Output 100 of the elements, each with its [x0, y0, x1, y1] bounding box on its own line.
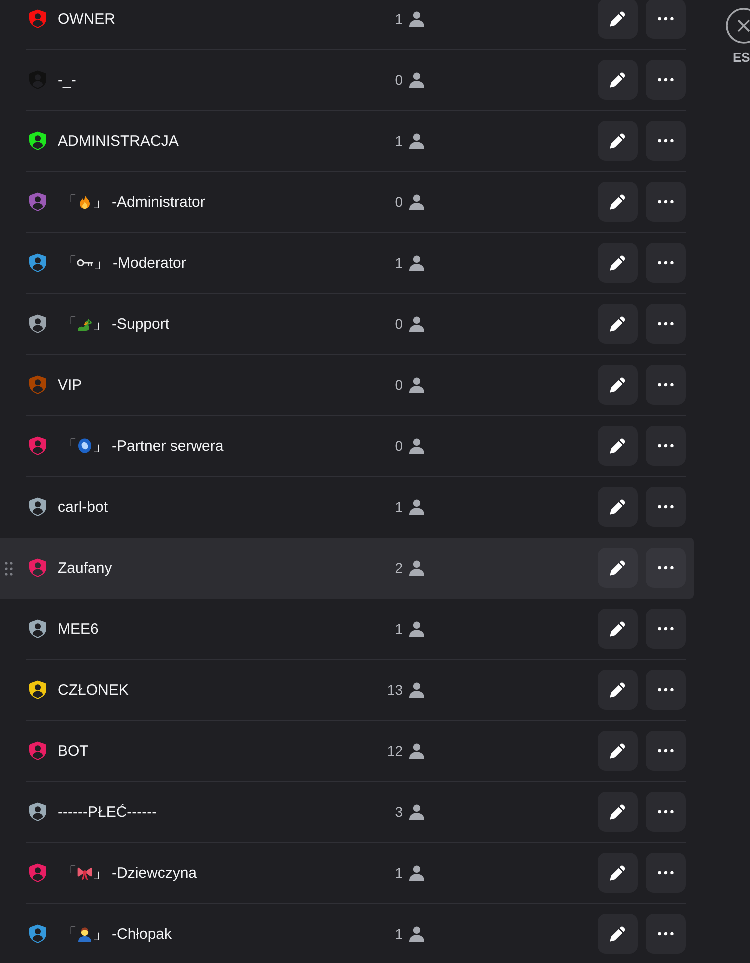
edit-button[interactable]: [598, 853, 638, 893]
role-name: ADMINISTRACJA: [58, 132, 179, 150]
bracket-text: 「: [62, 314, 77, 334]
edit-button[interactable]: [598, 243, 638, 283]
role-name: -Chłopak: [112, 926, 172, 942]
pencil-icon: [609, 10, 627, 28]
pencil-icon: [609, 803, 627, 821]
more-icon: [658, 78, 674, 82]
role-row[interactable]: VIP 0: [0, 355, 694, 416]
more-icon: [658, 688, 674, 692]
member-count: 0: [395, 377, 403, 393]
role-row[interactable]: BOT 12: [0, 721, 694, 782]
member-count: 1: [395, 865, 403, 881]
pencil-icon: [609, 71, 627, 89]
member-icon: [408, 377, 426, 393]
more-icon: [658, 322, 674, 326]
bracket-text: 」: [93, 924, 108, 944]
member-icon: [408, 133, 426, 149]
role-row[interactable]: OWNER 1: [0, 0, 694, 50]
member-count: 0: [395, 438, 403, 454]
edit-button[interactable]: [598, 182, 638, 222]
bracket-text: 「: [62, 436, 77, 456]
member-icon: [408, 926, 426, 942]
member-count: 2: [395, 560, 403, 576]
member-icon: [408, 72, 426, 88]
edit-button[interactable]: [598, 304, 638, 344]
role-name: Zaufany: [58, 560, 112, 576]
close-button[interactable]: [726, 7, 750, 45]
member-icon: [408, 621, 426, 637]
dragon-icon: [77, 316, 93, 332]
bracket-text: 」: [93, 314, 108, 334]
role-name: CZŁONEK: [58, 682, 129, 698]
role-row[interactable]: ADMINISTRACJA 1: [0, 111, 694, 172]
person-icon: [77, 926, 93, 942]
edit-button[interactable]: [598, 0, 638, 39]
role-row[interactable]: 「 」 -Dziewczyna 1: [0, 843, 694, 904]
pencil-icon: [609, 620, 627, 638]
member-count: 13: [387, 682, 403, 698]
edit-button[interactable]: [598, 670, 638, 710]
role-name: -Administrator: [112, 194, 206, 210]
role-row[interactable]: 「 」 -Support 0: [0, 294, 694, 355]
role-name: -_-: [58, 72, 76, 88]
role-row[interactable]: CZŁONEK 13: [0, 660, 694, 721]
pencil-icon: [609, 681, 627, 699]
edit-button[interactable]: [598, 487, 638, 527]
edit-button[interactable]: [598, 609, 638, 649]
member-count: 1: [395, 255, 403, 271]
edit-button[interactable]: [598, 792, 638, 832]
role-name: -Dziewczyna: [112, 864, 198, 882]
role-name: -Moderator: [113, 254, 186, 272]
member-count: 12: [387, 743, 403, 759]
pencil-icon: [609, 925, 627, 943]
role-name: ------PŁEĆ------: [58, 804, 158, 820]
role-name: MEE6: [58, 620, 99, 638]
role-row[interactable]: ------PŁEĆ------ 3: [0, 782, 694, 843]
role-row[interactable]: carl-bot 1: [0, 477, 694, 538]
edit-button[interactable]: [598, 60, 638, 100]
more-icon: [658, 200, 674, 204]
member-count: 1: [395, 926, 403, 942]
member-count: 1: [395, 133, 403, 149]
member-icon: [408, 11, 426, 27]
bracket-text: 「: [62, 864, 77, 882]
more-icon: [658, 932, 674, 936]
edit-button[interactable]: [598, 121, 638, 161]
role-row[interactable]: 「 」 -Partner serwera 0: [0, 416, 694, 477]
role-row[interactable]: Zaufany 2: [0, 538, 694, 599]
member-count: 3: [395, 804, 403, 820]
more-icon: [658, 444, 674, 448]
role-row[interactable]: 「 」 -Chłopak 1: [0, 904, 694, 963]
edit-button[interactable]: [598, 426, 638, 466]
member-count: 0: [395, 194, 403, 210]
pencil-icon: [609, 376, 627, 394]
role-row[interactable]: 「 」 -Moderator 1: [0, 233, 694, 294]
member-count: 0: [395, 316, 403, 332]
drag-handle-icon[interactable]: [5, 562, 13, 576]
role-row[interactable]: MEE6 1: [0, 599, 694, 660]
bracket-text: 「: [62, 924, 77, 944]
role-name: OWNER: [58, 10, 116, 28]
member-count: 1: [395, 621, 403, 637]
member-icon: [408, 682, 426, 698]
edit-button[interactable]: [598, 548, 638, 588]
role-name: -Partner serwera: [112, 438, 224, 454]
member-icon: [408, 499, 426, 515]
pencil-icon: [609, 254, 627, 272]
orb-icon: [77, 438, 93, 454]
bracket-text: 「: [62, 192, 77, 212]
more-icon: [658, 383, 674, 387]
pencil-icon: [609, 559, 627, 577]
role-name: BOT: [58, 742, 89, 760]
edit-button[interactable]: [598, 731, 638, 771]
esc-label: ES: [733, 50, 750, 65]
member-icon: [408, 865, 426, 881]
role-row[interactable]: -_- 0: [0, 50, 694, 111]
member-icon: [408, 804, 426, 820]
edit-button[interactable]: [598, 365, 638, 405]
edit-button[interactable]: [598, 914, 638, 954]
pencil-icon: [609, 193, 627, 211]
pencil-icon: [609, 498, 627, 516]
role-name: carl-bot: [58, 498, 108, 516]
role-row[interactable]: 「 」 -Administrator 0: [0, 172, 694, 233]
